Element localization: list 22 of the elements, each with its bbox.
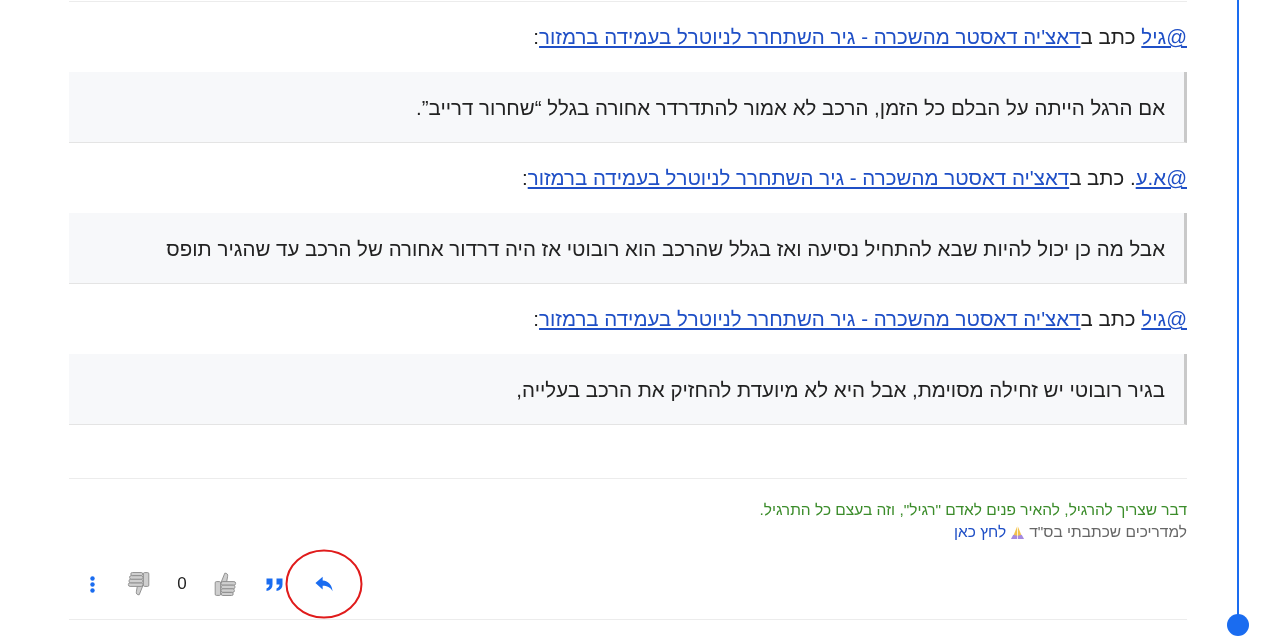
topic-link[interactable]: דאצ'יה דאסטר מהשכרה - גיר השתחרר לניוטרל בעמידה ברמזור <box>539 307 1081 330</box>
topic-link[interactable]: דאצ'יה דאסטר מהשכרה - גיר השתחרר לניוטרל בעמידה ברמזור <box>527 166 1070 189</box>
username-link[interactable]: @א.ע <box>1135 166 1187 189</box>
quoted-text: בגיר רובוטי יש זחילה מסוימת, אבל היא לא מיועדת להחזיק את הרכב בעלייה, <box>69 354 1187 425</box>
signature-motto: דבר שצריך להרגיל, להאיר פנים לאדם "רגיל", וזה בעצם כל התרגיל. <box>758 500 1187 520</box>
quoted-text: אבל מה כן יכול להיות שבא להתחיל נסיעה ואז בגלל שהרכב הוא רובוטי אז היה דרדור אחורה של הרכב עד שהגיר תופס <box>69 213 1187 284</box>
signature-link[interactable]: לחץ כאן <box>954 521 1007 543</box>
quoted-text: אם הרגל הייתה על הבלם כל הזמן, הרכב לא אמור להתדרדר אחורה בגלל “שחרור דרייב”. <box>69 72 1187 143</box>
thumbs-down-icon <box>126 572 150 596</box>
reply-icon <box>315 576 333 592</box>
username-link[interactable]: @גיל <box>1141 307 1187 330</box>
like-count: 0 <box>176 573 188 596</box>
signature-text: למדריכים שכתבתי בס"ד <box>1029 522 1187 542</box>
quote-icon <box>265 577 283 591</box>
timeline-handle[interactable] <box>1227 614 1249 636</box>
username-link[interactable]: @גיל <box>1141 25 1187 48</box>
topic-link[interactable]: דאצ'יה דאסטר מהשכרה - גיר השתחרר לניוטרל בעמידה ברמזור <box>539 25 1081 48</box>
thumbs-up-icon <box>214 572 238 596</box>
quote-attribution: @גיל כתב בדאצ'יה דאסטר מהשכרה - גיר השתחרר לניוטרל בעמידה ברמזור: <box>532 306 1187 332</box>
more-icon <box>89 575 95 593</box>
quote-attribution: @גיל כתב בדאצ'יה דאסטר מהשכרה - גיר השתחרר לניוטרל בעמידה ברמזור: <box>532 24 1187 50</box>
quote-attribution: @א.ע. כתב בדאצ'יה דאסטר מהשכרה - גיר השתחרר לניוטרל בעמידה ברמזור: <box>521 165 1187 191</box>
